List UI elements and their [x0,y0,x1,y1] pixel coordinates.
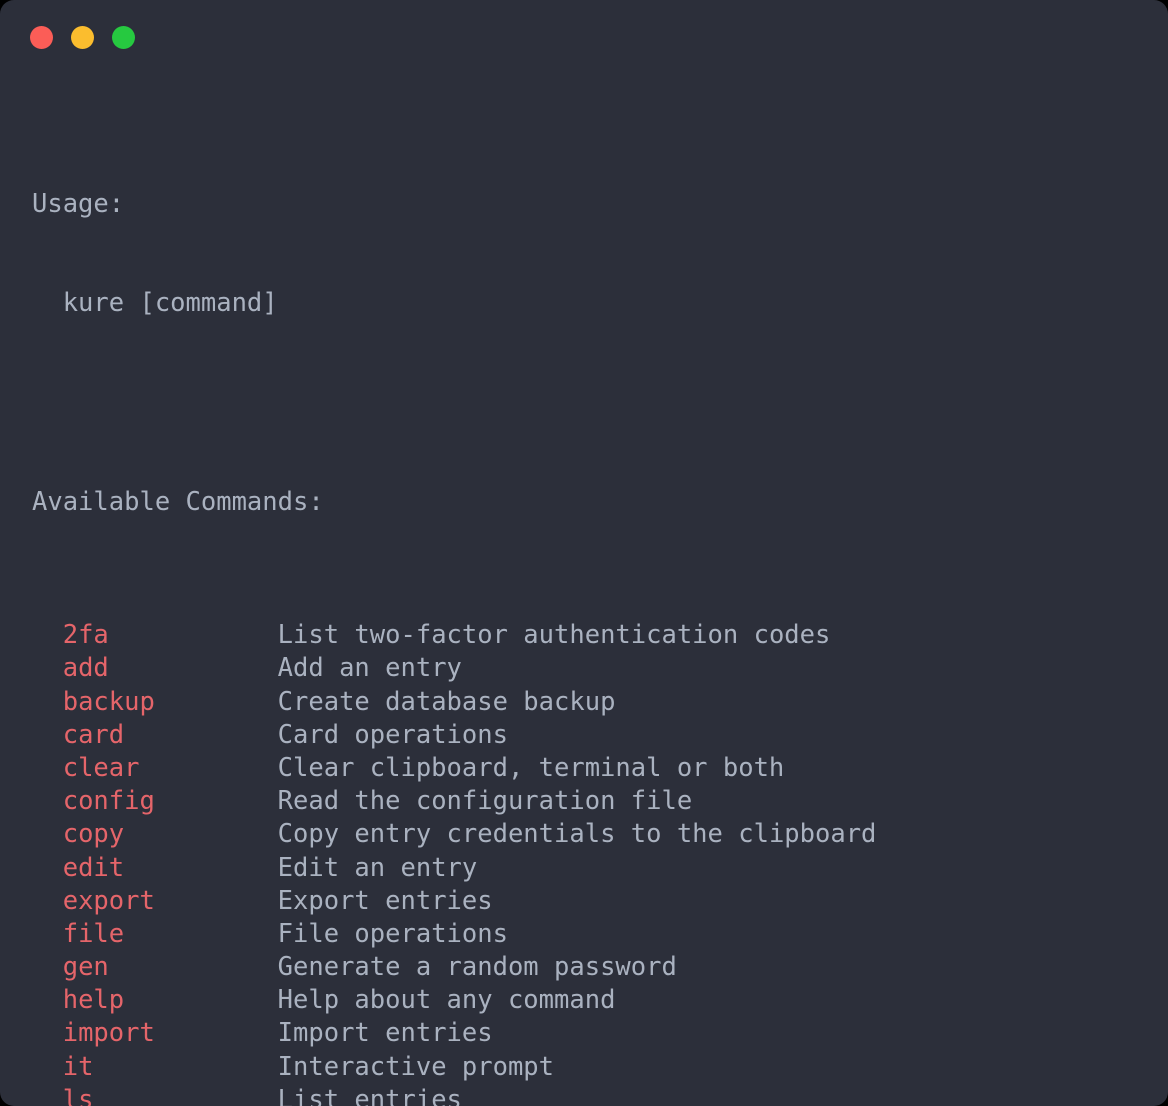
column-gap [124,919,278,949]
command-name[interactable]: import [63,1018,155,1048]
column-gap [155,886,278,916]
command-name[interactable]: edit [63,853,124,883]
command-description: File operations [277,918,508,949]
command-name[interactable]: add [63,653,109,683]
usage-heading: Usage: [32,188,125,219]
command-description: Read the configuration file [277,786,693,817]
command-description: Clear clipboard, terminal or both [277,752,785,783]
command-description: Add an entry [277,653,462,684]
command-row[interactable]: copy Copy entry credentials to the clipb… [32,818,1158,851]
column-gap [124,720,278,750]
command-row[interactable]: clear Clear clipboard, terminal or both [32,752,1158,785]
column-gap [124,985,278,1015]
command-description: List entries [277,1084,462,1106]
column-gap [139,753,277,783]
column-gap [124,819,278,849]
command-row[interactable]: 2fa List two-factor authentication codes [32,619,1158,652]
command-name[interactable]: gen [63,952,109,982]
command-row[interactable]: edit Edit an entry [32,852,1158,885]
titlebar [0,0,1168,74]
column-gap [93,1085,277,1106]
command-name[interactable]: copy [63,819,124,849]
command-name[interactable]: export [63,886,155,916]
column-gap [109,653,278,683]
command-name[interactable]: card [63,720,124,750]
command-row[interactable]: gen Generate a random password [32,951,1158,984]
maximize-button[interactable] [112,25,135,49]
command-name[interactable]: help [63,985,124,1015]
column-gap [155,687,278,717]
command-name[interactable]: config [63,786,155,816]
terminal-output: Usage: kure [command] Available Commands… [32,88,1158,1106]
command-row[interactable]: add Add an entry [32,652,1158,685]
usage-line: kure [command] [32,288,278,319]
terminal-window: Usage: kure [command] Available Commands… [0,0,1168,1106]
command-row[interactable]: it Interactive prompt [32,1051,1158,1084]
command-description: Help about any command [277,985,616,1016]
command-name[interactable]: 2fa [63,620,109,650]
command-description: Copy entry credentials to the clipboard [277,819,877,850]
minimize-button[interactable] [71,25,94,49]
command-description: Export entries [277,885,493,916]
command-name[interactable]: clear [63,753,140,783]
command-description: Create database backup [277,686,616,717]
command-row[interactable]: config Read the configuration file [32,785,1158,818]
traffic-lights [30,25,135,49]
command-row[interactable]: backup Create database backup [32,686,1158,719]
command-row[interactable]: export Export entries [32,885,1158,918]
command-name[interactable]: ls [63,1085,94,1106]
command-name[interactable]: file [63,919,124,949]
command-row[interactable]: import Import entries [32,1017,1158,1050]
command-description: List two-factor authentication codes [277,620,831,651]
command-description: Import entries [277,1018,493,1049]
command-name[interactable]: it [63,1052,94,1082]
column-gap [93,1052,277,1082]
close-button[interactable] [30,25,53,49]
column-gap [109,620,278,650]
command-description: Interactive prompt [277,1051,555,1082]
column-gap [109,952,278,982]
command-row[interactable]: file File operations [32,918,1158,951]
command-list: 2fa List two-factor authentication codes… [32,619,1158,1106]
command-row[interactable]: help Help about any command [32,984,1158,1017]
command-row[interactable]: card Card operations [32,719,1158,752]
column-gap [124,853,278,883]
command-description: Edit an entry [277,852,478,883]
column-gap [155,786,278,816]
command-description: Generate a random password [277,952,677,983]
available-commands-heading: Available Commands: [32,487,324,518]
command-name[interactable]: backup [63,687,155,717]
command-row[interactable]: ls List entries [32,1084,1158,1106]
command-description: Card operations [277,719,508,750]
column-gap [155,1018,278,1048]
